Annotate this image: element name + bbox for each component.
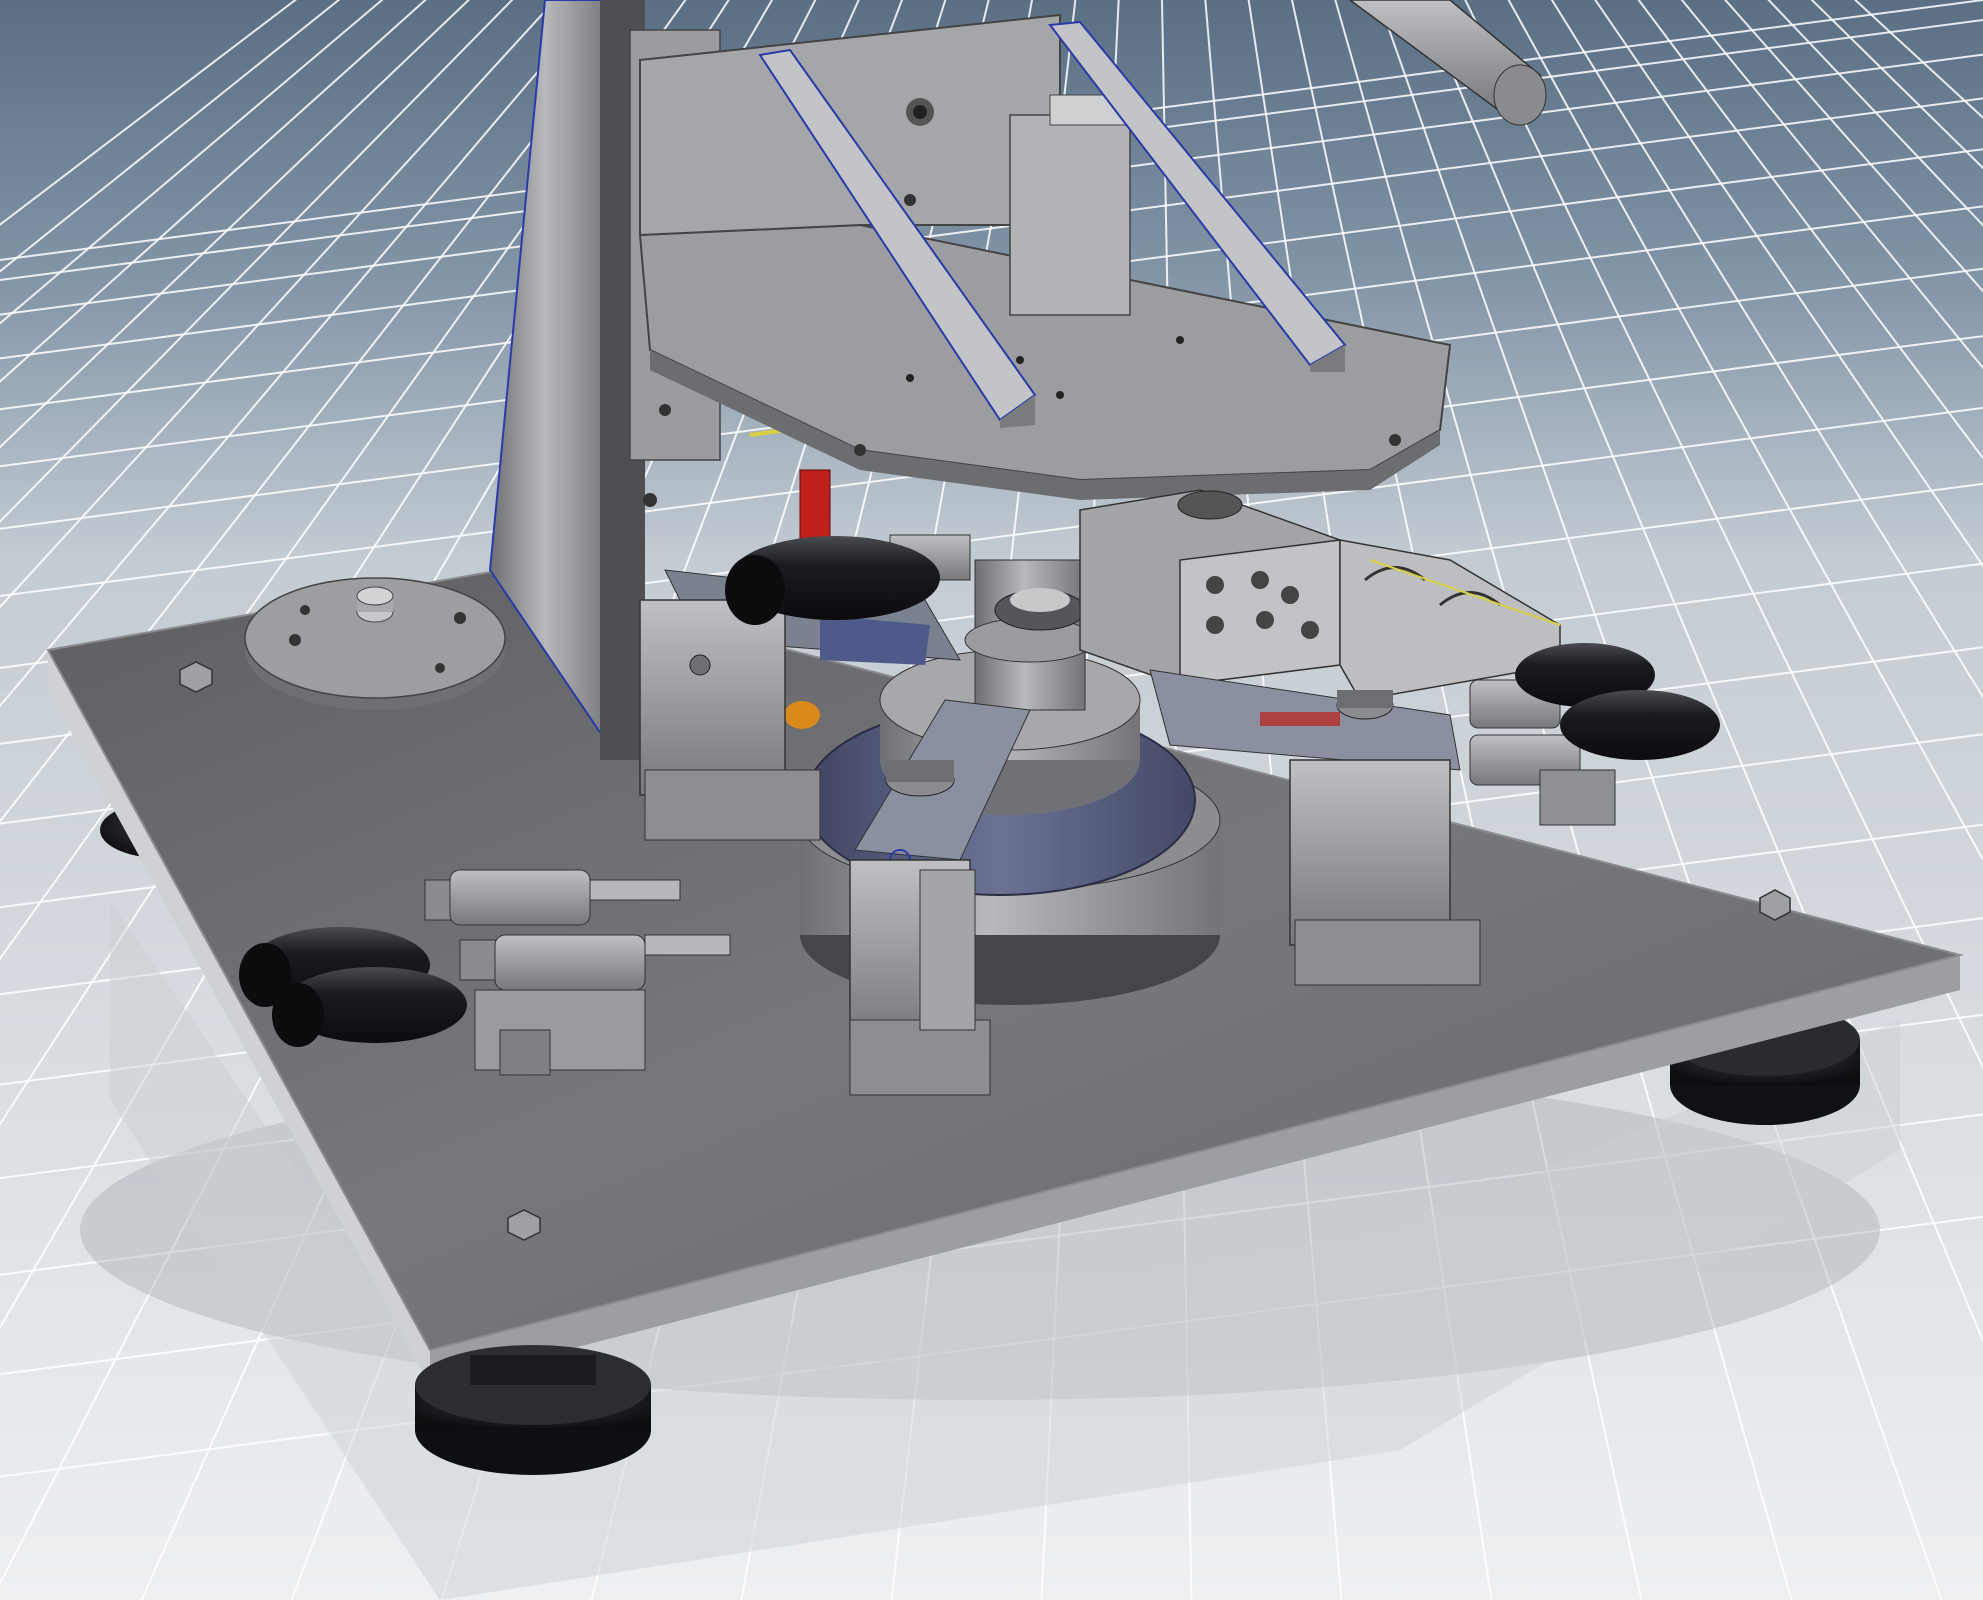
cad-viewport <box>0 0 1983 1600</box>
locating-disc <box>244 577 506 710</box>
support-pillar-front <box>849 859 991 1096</box>
orange-fitting <box>784 701 820 729</box>
leveling-foot-front-left <box>415 1345 651 1475</box>
center-spindle <box>964 559 1096 711</box>
clamp-block-front-left <box>474 989 646 1076</box>
